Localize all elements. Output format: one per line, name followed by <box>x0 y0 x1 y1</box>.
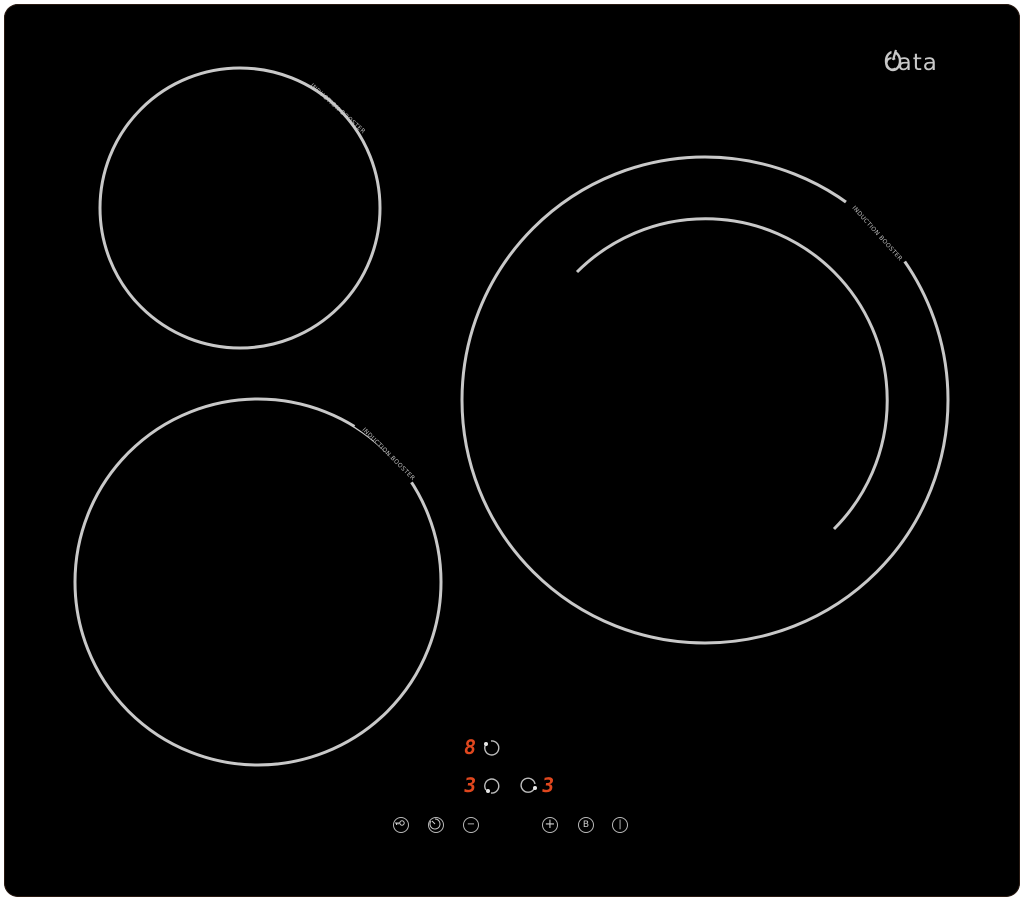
zone-top-left[interactable]: INDUCTION BOOSTER <box>98 66 382 350</box>
zone-bottom-left[interactable]: INDUCTION BOOSTER <box>73 397 443 767</box>
hob-rings: INDUCTION BOOSTER INDUCTION BOOSTER INDU… <box>73 66 950 767</box>
booster-button[interactable]: B <box>578 817 594 833</box>
plus-label: + <box>544 817 556 832</box>
zone-bottom-left-indicator-icon[interactable] <box>482 777 500 795</box>
zone-right-inner-ring <box>575 217 889 531</box>
induction-hob: INDUCTION BOOSTER INDUCTION BOOSTER INDU… <box>4 4 1020 897</box>
zone-right-label: INDUCTION BOOSTER <box>851 205 904 263</box>
brand-logo: cata <box>884 48 939 78</box>
zone-right[interactable]: INDUCTION BOOSTER <box>460 155 950 645</box>
plus-button[interactable]: + <box>542 817 558 833</box>
timer-icon[interactable] <box>428 817 444 833</box>
zone-top-left-label: INDUCTION BOOSTER <box>309 82 367 135</box>
zone-top-indicator-icon[interactable] <box>482 739 500 757</box>
power-button[interactable]: | <box>612 817 628 833</box>
booster-label: B <box>582 820 590 830</box>
minus-button[interactable]: − <box>463 817 479 833</box>
lock-key-icon[interactable] <box>393 817 409 833</box>
minus-label: − <box>466 819 476 830</box>
zone-right-indicator-icon[interactable] <box>520 777 538 795</box>
power-label: | <box>618 819 622 830</box>
zone-bottom-left-label: INDUCTION BOOSTER <box>361 426 417 482</box>
